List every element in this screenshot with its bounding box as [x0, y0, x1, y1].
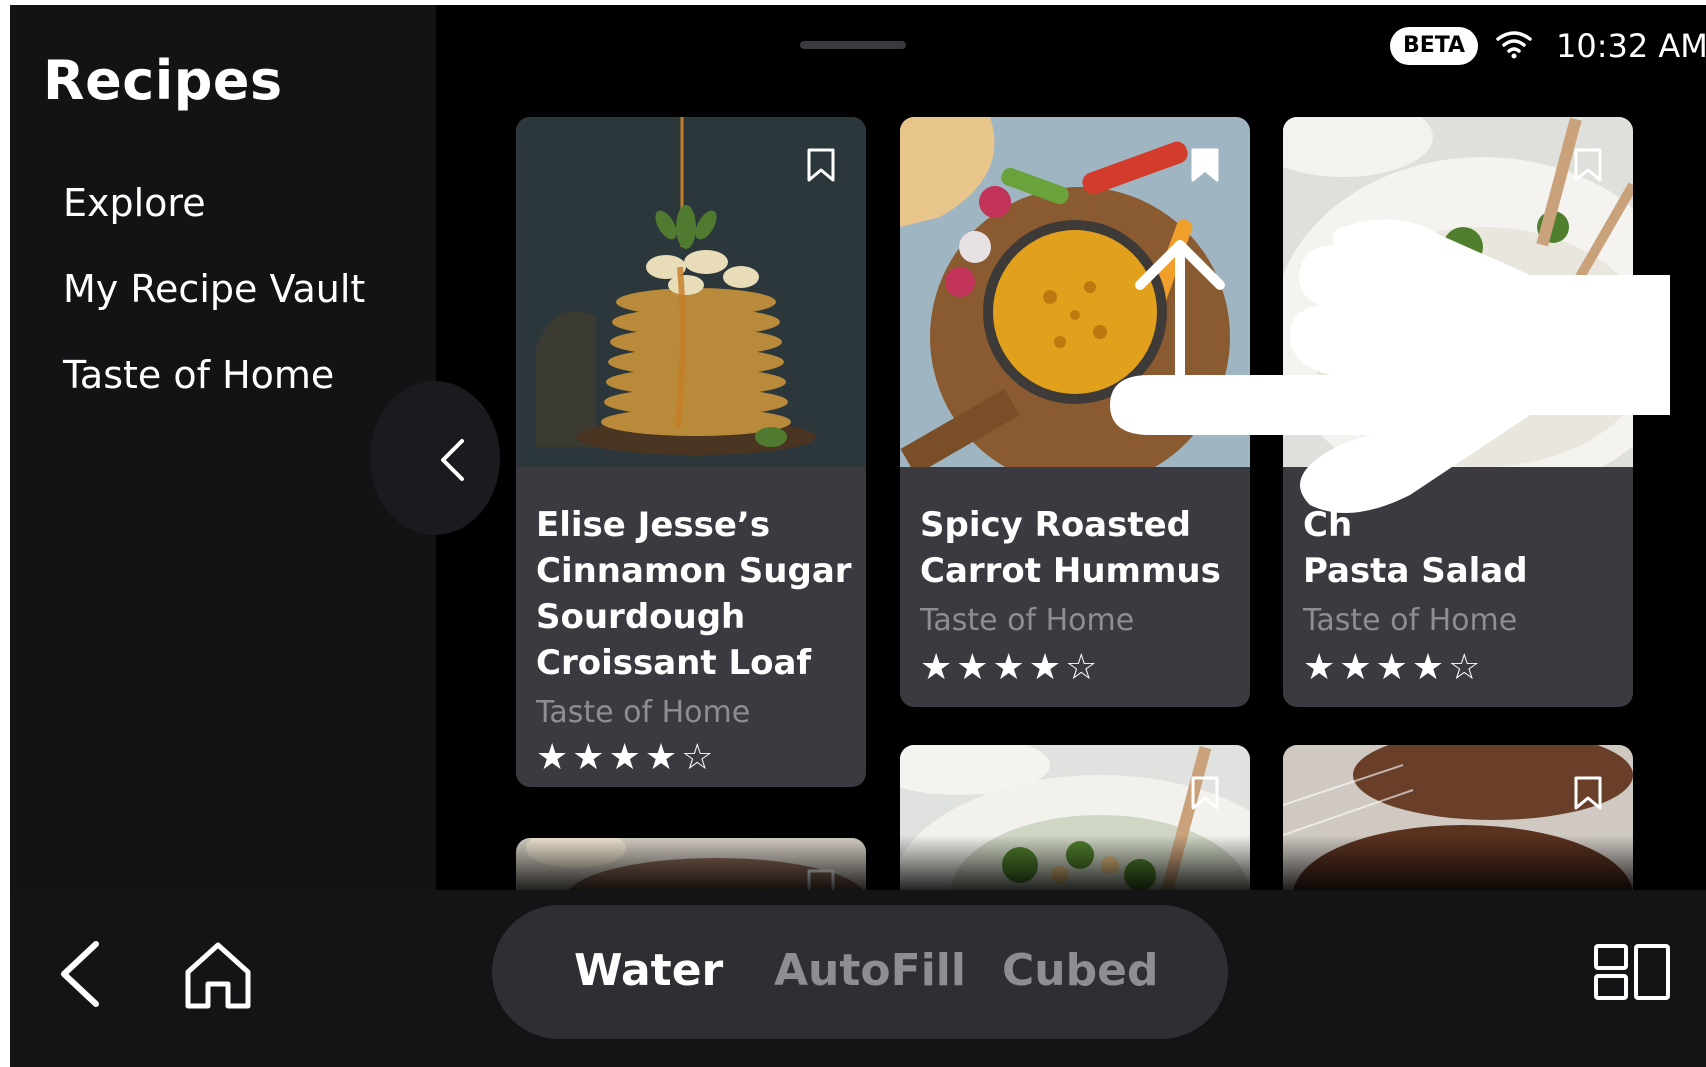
recipe-source: Taste of Home — [920, 603, 1135, 638]
bookmark-icon[interactable] — [1190, 775, 1220, 811]
fridge-screen: Recipes Explore My Recipe Vault Taste of… — [10, 5, 1706, 1067]
beta-badge: BETA — [1390, 27, 1478, 65]
mode-autofill[interactable]: AutoFill — [774, 945, 966, 996]
mode-cubed[interactable]: Cubed — [1002, 945, 1158, 996]
back-icon[interactable] — [58, 940, 102, 1008]
recipe-title: Elise Jesse’s Cinnamon Sugar Sourdough C… — [536, 505, 852, 683]
swipe-up-hand-icon — [1110, 219, 1670, 513]
mode-water[interactable]: Water — [574, 945, 723, 996]
rating-stars: ★★★★☆ — [1303, 647, 1485, 688]
recipe-source: Taste of Home — [1303, 603, 1518, 638]
sidebar-item-taste-of-home[interactable]: Taste of Home — [63, 353, 334, 397]
bookmark-icon[interactable] — [1573, 147, 1603, 183]
pull-down-handle[interactable] — [800, 41, 906, 49]
clock: 10:32 AM — [1556, 27, 1706, 65]
rating-stars: ★★★★☆ — [920, 647, 1102, 688]
page-title: Recipes — [43, 49, 283, 112]
layout-grid-icon[interactable] — [1593, 943, 1671, 1001]
bookmark-filled-icon[interactable] — [1190, 147, 1220, 183]
wifi-icon — [1496, 31, 1532, 59]
scroll-fade — [436, 835, 1706, 890]
rating-stars: ★★★★☆ — [536, 737, 718, 778]
bookmark-icon[interactable] — [1573, 775, 1603, 811]
bookmark-icon[interactable] — [806, 147, 836, 183]
sidebar-item-explore[interactable]: Explore — [63, 181, 206, 225]
recipe-card[interactable]: Elise Jesse’s Cinnamon Sugar Sourdough C… — [516, 117, 866, 787]
recipe-source: Taste of Home — [536, 695, 751, 730]
collapse-sidebar-button[interactable] — [370, 381, 500, 535]
chevron-left-icon — [441, 439, 464, 481]
sidebar-item-my-recipe-vault[interactable]: My Recipe Vault — [63, 267, 365, 311]
home-icon[interactable] — [182, 940, 254, 1010]
